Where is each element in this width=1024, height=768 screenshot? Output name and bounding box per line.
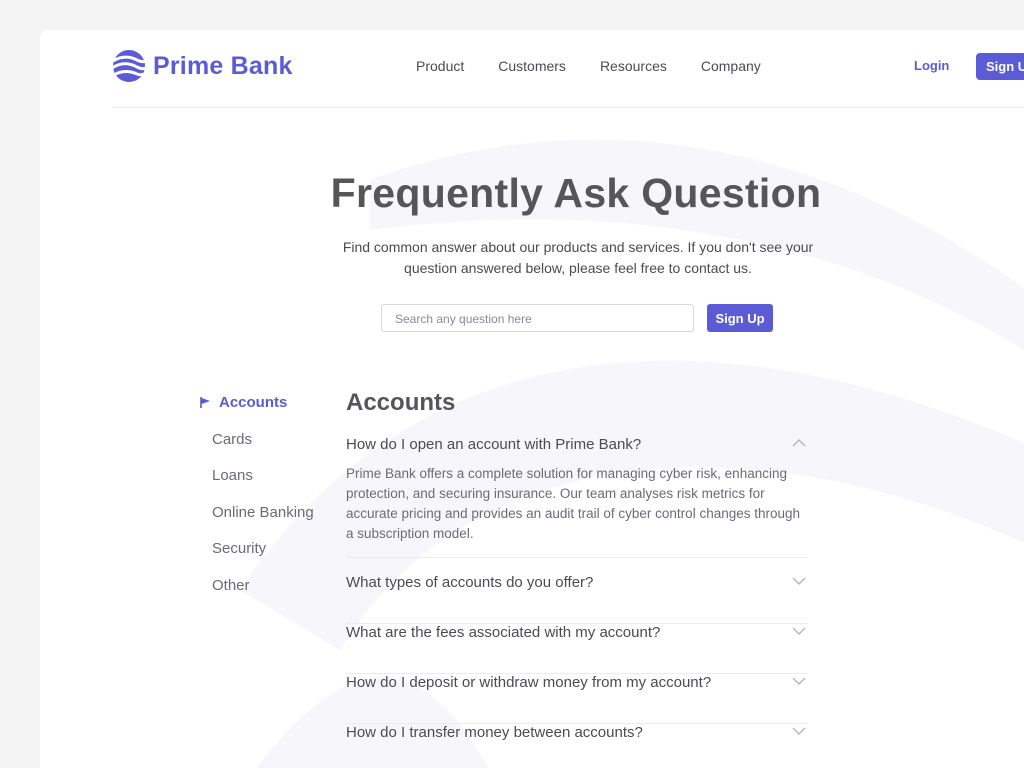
brand-logo[interactable]: Prime Bank xyxy=(112,49,293,83)
sidebar-item-security[interactable]: Security xyxy=(212,540,266,557)
page-card: Prime Bank Product Customers Resources C… xyxy=(40,30,1024,768)
flag-icon xyxy=(200,397,210,408)
faq-item[interactable]: How do I transfer money between accounts… xyxy=(346,724,808,768)
signup-button[interactable]: Sign Up xyxy=(976,53,1024,80)
faq-item[interactable]: How do I deposit or withdraw money from … xyxy=(346,674,808,724)
sidebar-item-other[interactable]: Other xyxy=(212,577,250,594)
chevron-up-icon[interactable] xyxy=(792,438,806,448)
chevron-down-icon[interactable] xyxy=(792,626,806,636)
section-title: Accounts xyxy=(346,389,456,416)
top-header: Prime Bank Product Customers Resources C… xyxy=(112,30,1024,108)
faq-question: What are the fees associated with my acc… xyxy=(346,624,661,641)
page-title: Frequently Ask Question xyxy=(330,170,822,216)
sidebar-item-online-banking[interactable]: Online Banking xyxy=(212,504,314,521)
nav-product[interactable]: Product xyxy=(416,58,464,74)
wave-logo-icon xyxy=(112,50,146,82)
search-button[interactable]: Sign Up xyxy=(707,304,773,332)
faq-item[interactable]: What types of accounts do you offer? xyxy=(346,574,808,624)
faq-question: How do I deposit or withdraw money from … xyxy=(346,674,712,691)
chevron-down-icon[interactable] xyxy=(792,576,806,586)
nav-customers[interactable]: Customers xyxy=(498,58,566,74)
nav-company[interactable]: Company xyxy=(701,58,761,74)
sidebar-item-cards[interactable]: Cards xyxy=(212,431,252,448)
faq-question: What types of accounts do you offer? xyxy=(346,574,594,591)
chevron-down-icon[interactable] xyxy=(792,676,806,686)
login-link[interactable]: Login xyxy=(914,58,949,73)
chevron-down-icon[interactable] xyxy=(792,726,806,736)
faq-question: How do I transfer money between accounts… xyxy=(346,724,643,741)
faq-question: How do I open an account with Prime Bank… xyxy=(346,436,642,453)
page-subtitle: Find common answer about our products an… xyxy=(342,239,814,276)
nav-resources[interactable]: Resources xyxy=(600,58,667,74)
search-input[interactable]: Search any question here xyxy=(381,304,694,332)
sidebar-item-accounts[interactable]: Accounts xyxy=(219,394,287,411)
faq-answer: Prime Bank offers a complete solution fo… xyxy=(346,466,801,541)
faq-item[interactable]: What are the fees associated with my acc… xyxy=(346,624,808,674)
brand-name: Prime Bank xyxy=(153,51,293,80)
sidebar-item-loans[interactable]: Loans xyxy=(212,467,253,484)
main-nav: Product Customers Resources Company xyxy=(416,58,795,74)
